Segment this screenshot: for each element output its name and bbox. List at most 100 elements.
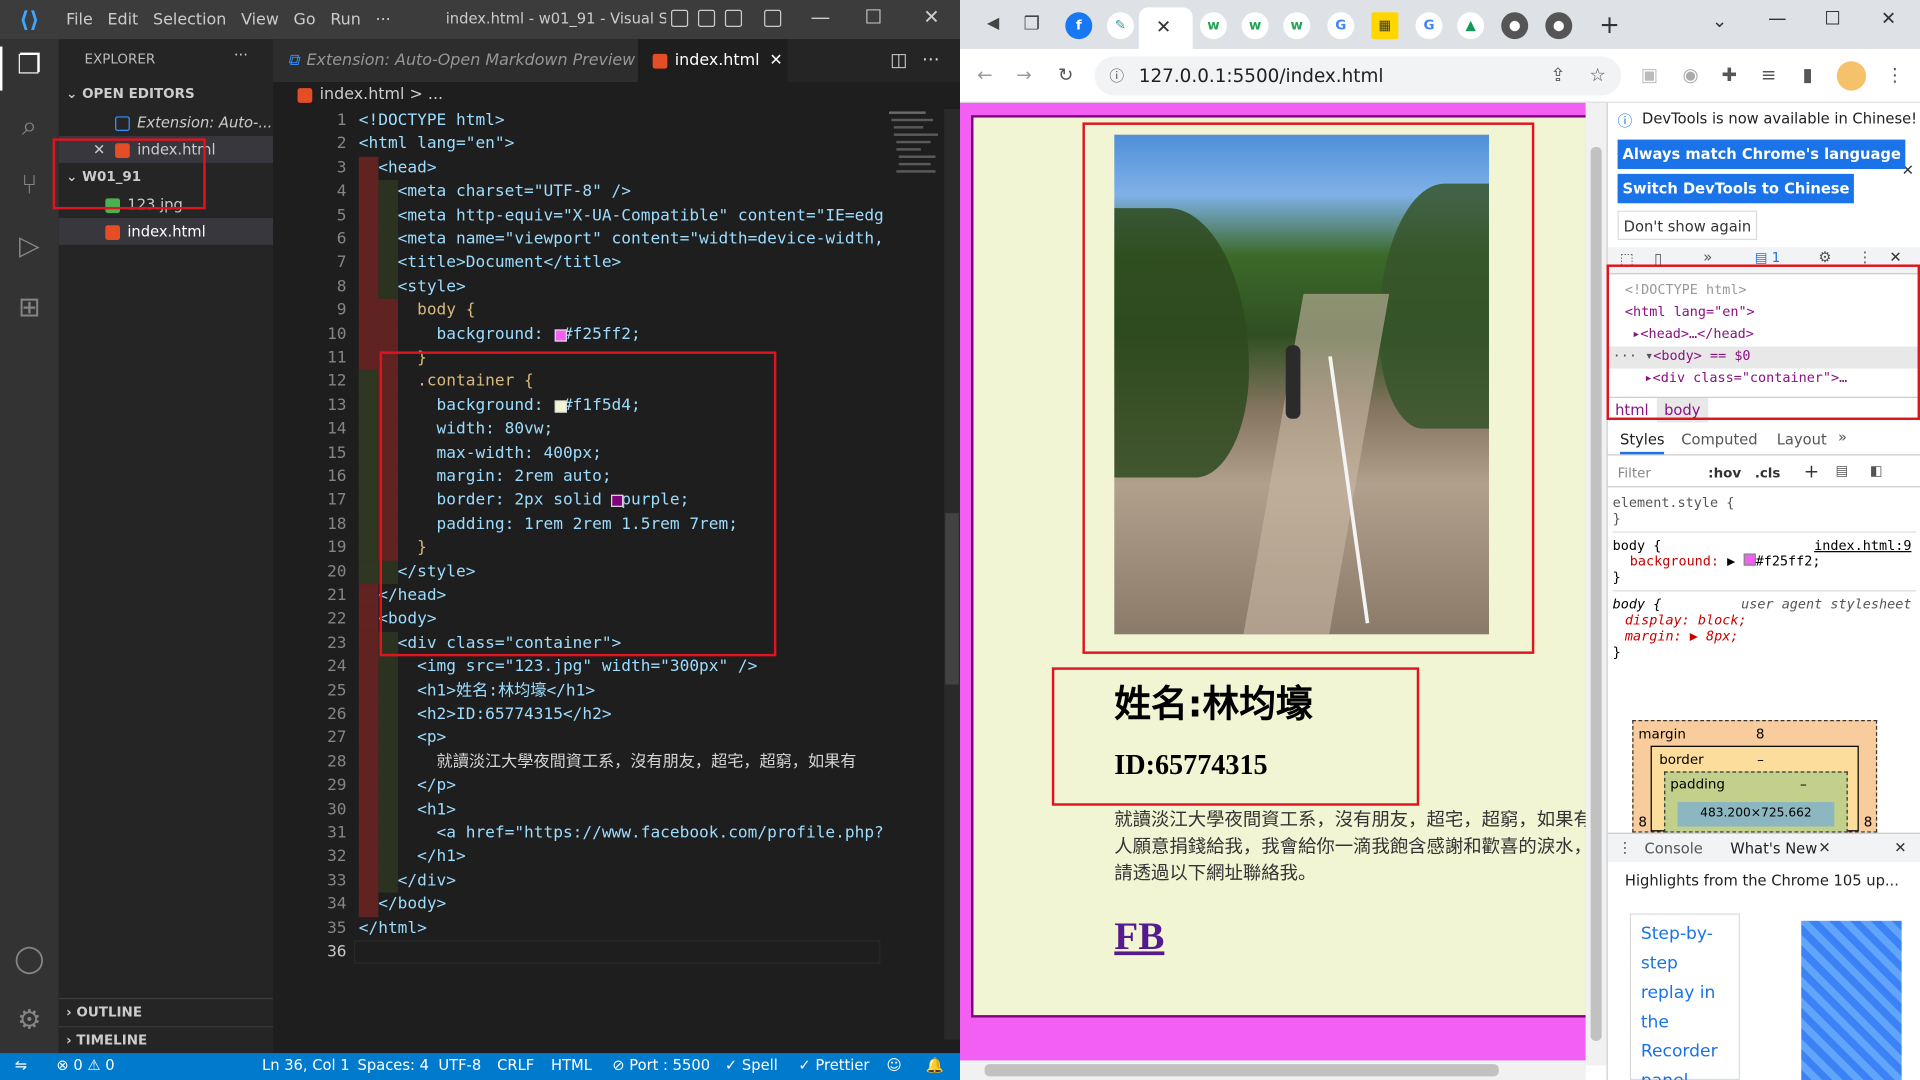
language-mode[interactable]: HTML (551, 1057, 592, 1074)
account-icon[interactable]: ◯ (12, 943, 46, 977)
close-tab-icon[interactable]: ✕ (1156, 16, 1171, 38)
code-line[interactable]: </h1> (359, 845, 886, 869)
editor-scrollbar[interactable] (944, 108, 961, 1040)
code-line[interactable]: <p> (359, 727, 886, 751)
always-match-language-button[interactable]: Always match Chrome's language (1617, 139, 1906, 169)
run-debug-icon[interactable]: ▷ (12, 230, 46, 264)
line-ending[interactable]: CRLF (497, 1057, 534, 1074)
more-tabs-icon[interactable]: » (1703, 249, 1712, 266)
extensions-icon[interactable]: ⊞ (12, 291, 46, 325)
w3schools-tab-icon[interactable]: w (1283, 12, 1311, 40)
code-line[interactable]: <style> (359, 275, 886, 299)
close-window-icon[interactable]: ✕ (1881, 7, 1896, 29)
extension-icon[interactable]: ◉ (1682, 64, 1698, 86)
menu-go[interactable]: Go (286, 10, 323, 28)
styles-filter-input[interactable]: Filter (1618, 465, 1651, 481)
page-hscrollbar[interactable] (960, 1060, 1586, 1080)
settings-gear-icon[interactable]: ⚙ (1818, 249, 1831, 266)
code-line[interactable]: </p> (359, 774, 886, 798)
google-tab-icon[interactable]: G (1327, 12, 1355, 40)
menu-run[interactable]: Run (323, 10, 368, 28)
forward-icon[interactable]: → (1016, 64, 1031, 86)
chrome-menu-icon[interactable]: ⋮ (1886, 64, 1904, 86)
cursor-position[interactable]: Ln 36, Col 1 (262, 1057, 350, 1074)
prettier-status[interactable]: ✓ Prettier (798, 1057, 869, 1074)
file-index-html[interactable]: index.html (58, 217, 274, 245)
explorer-icon[interactable]: ❐ (12, 49, 46, 83)
box-model-border[interactable]: border – padding – 483.200×725.662 (1650, 745, 1859, 833)
indentation[interactable]: Spaces: 4 (358, 1057, 429, 1074)
body-rule-selector[interactable]: body { (1613, 538, 1662, 554)
code-line[interactable]: <title>Document</title> (359, 252, 886, 276)
code-line[interactable]: <meta name="viewport" content="width=dev… (359, 228, 886, 252)
open-editors-header[interactable]: ⌄ OPEN EDITORS (59, 81, 273, 108)
element-style-rule[interactable]: element.style { (1613, 495, 1917, 511)
paint-icon[interactable]: ▤ (1836, 463, 1849, 479)
side-panel-icon[interactable]: ▮ (1802, 64, 1812, 86)
background-value[interactable]: #f25ff2; (1756, 553, 1821, 569)
maximize-icon[interactable]: ☐ (864, 5, 882, 28)
pinned-tab-icon[interactable]: ✎ (1106, 12, 1134, 40)
breadcrumb[interactable]: index.html > ... (273, 82, 961, 109)
close-drawer-icon[interactable]: ✕ (1894, 839, 1906, 856)
tab-extension-preview[interactable]: ⧉ Extension: Auto-Open Markdown Preview (273, 39, 638, 83)
profile-avatar[interactable] (1836, 61, 1867, 91)
hover-state-toggle[interactable]: :hov (1708, 465, 1741, 481)
code-line[interactable]: <h2>ID:65774315</h2> (359, 703, 886, 727)
reading-list-icon[interactable]: ❒ (1024, 12, 1040, 34)
timeline-header[interactable]: › TIMELINE (58, 1026, 274, 1053)
close-whats-new-icon[interactable]: ✕ (1818, 839, 1830, 856)
menu-file[interactable]: File (59, 10, 100, 28)
tab-search-icon[interactable]: ⌄ (1712, 10, 1727, 32)
code-line[interactable]: </body> (359, 893, 886, 917)
whats-new-card[interactable]: Step-by-step replay in the Recorder pane… (1629, 913, 1741, 1080)
extensions-puzzle-icon[interactable]: ✚ (1722, 64, 1737, 86)
menu-selection[interactable]: Selection (146, 10, 234, 28)
facebook-tab-icon[interactable]: f (1065, 12, 1093, 40)
mute-tab-icon[interactable]: ◀ (987, 15, 999, 33)
close-tab-icon[interactable]: ✕ (769, 51, 782, 69)
code-line[interactable]: </div> (359, 869, 886, 893)
code-line[interactable]: <h1> (359, 798, 886, 822)
code-line[interactable]: <html lang="en"> (359, 133, 886, 157)
problems-indicator[interactable]: ⊗ 0 ⚠ 0 (56, 1057, 114, 1074)
active-tab[interactable]: ✕ (1138, 7, 1193, 49)
close-devtools-icon[interactable]: ✕ (1889, 249, 1901, 266)
close-window-icon[interactable]: ✕ (923, 5, 939, 28)
background-property[interactable]: background: (1630, 553, 1719, 569)
drawer-menu-icon[interactable]: ⋮ (1618, 839, 1633, 856)
code-line[interactable]: 就讀淡江大學夜間資工系，沒有朋友，超宅，超窮，如果有 (359, 750, 886, 774)
github-tab-icon[interactable]: ● (1501, 12, 1529, 40)
minimize-icon[interactable]: — (811, 5, 831, 28)
toggle-secondary-sidebar-icon[interactable] (724, 9, 743, 27)
remote-icon[interactable]: ⇋ (15, 1057, 27, 1074)
box-model-content[interactable]: 483.200×725.662 (1677, 802, 1835, 827)
issues-badge[interactable]: ▤ 1 (1755, 250, 1781, 266)
tab-whats-new[interactable]: What's New (1730, 840, 1817, 857)
code-line[interactable]: <!DOCTYPE html> (359, 109, 886, 133)
color-swatch-icon[interactable] (554, 328, 567, 342)
rule-source-link[interactable]: index.html:9 (1814, 538, 1911, 554)
code-line[interactable]: <h1>姓名:林均壕</h1> (359, 679, 886, 703)
color-swatch[interactable] (1743, 553, 1756, 566)
tab-index-html[interactable]: index.html ✕ (637, 39, 788, 83)
fb-link[interactable]: FB (1114, 913, 1164, 958)
feedback-icon[interactable]: ☺ (887, 1057, 902, 1074)
toggle-panel-icon[interactable] (697, 9, 716, 27)
editor-more-icon[interactable]: ··· (922, 49, 940, 71)
split-editor-icon[interactable]: ◫ (890, 49, 907, 71)
code-line[interactable]: background: #f25ff2; (359, 323, 886, 347)
whats-new-card-text[interactable]: Step-by-step replay in the Recorder pane… (1641, 924, 1718, 1080)
tab-console[interactable]: Console (1645, 840, 1703, 857)
search-icon[interactable]: ⌕ (12, 110, 46, 144)
code-line[interactable]: <img src="123.jpg" width="300px" /> (359, 655, 886, 679)
code-line[interactable]: <head> (359, 156, 886, 180)
class-toggle[interactable]: .cls (1755, 465, 1781, 481)
box-model-margin[interactable]: margin 8 8 8 border – padding – 483.200×… (1632, 720, 1878, 833)
live-server-port[interactable]: ⊘ Port : 5500 (612, 1057, 710, 1074)
menu-edit[interactable]: Edit (100, 10, 146, 28)
google-tab-icon[interactable]: G (1415, 12, 1443, 40)
drive-tab-icon[interactable]: ▲ (1457, 12, 1485, 40)
explorer-more-icon[interactable]: ··· (234, 47, 248, 64)
notifications-bell-icon[interactable]: 🔔 (926, 1057, 944, 1074)
